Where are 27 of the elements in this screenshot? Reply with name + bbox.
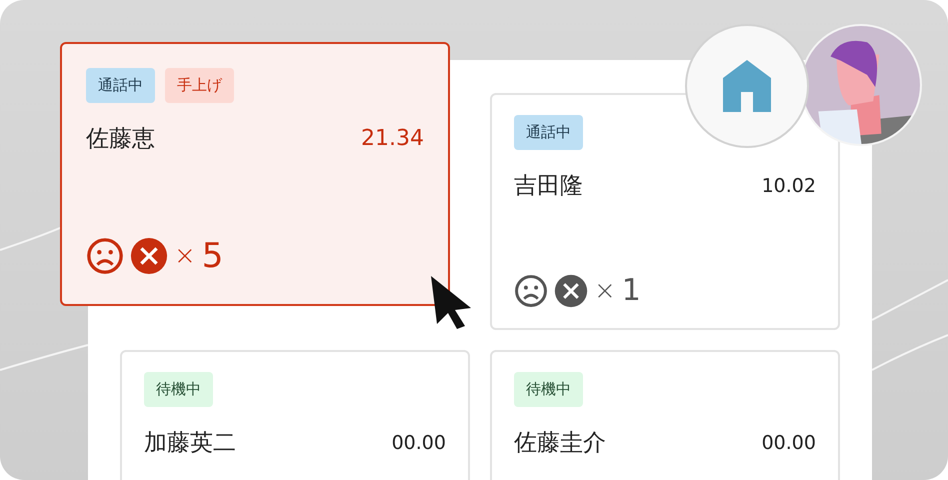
call-time: 00.00: [392, 432, 446, 454]
times-sign: ×: [594, 276, 616, 306]
cursor-icon: [429, 274, 473, 330]
home-icon: [723, 60, 771, 112]
issue-count: 5: [202, 236, 224, 276]
agent-name: 佐藤圭介: [514, 429, 606, 458]
status-tag: 通話中: [86, 68, 155, 103]
close-circle-icon: [130, 237, 168, 275]
agent-name: 佐藤恵: [86, 125, 155, 154]
status-tag: 待機中: [514, 372, 583, 407]
call-time: 00.00: [762, 432, 816, 454]
call-time: 21.34: [361, 126, 424, 151]
sad-face-icon: [514, 274, 548, 308]
status-tag: 手上げ: [165, 68, 234, 103]
agent-card[interactable]: 通話中 手上げ 佐藤恵 21.34 × 5: [60, 42, 450, 306]
status-tag: 通話中: [514, 115, 583, 150]
close-circle-icon: [554, 274, 588, 308]
agent-card[interactable]: 待機中 加藤英二 00.00: [120, 350, 470, 480]
agent-name: 吉田隆: [514, 172, 583, 201]
times-sign: ×: [174, 241, 196, 271]
sad-face-icon: [86, 237, 124, 275]
call-time: 10.02: [762, 174, 816, 196]
agent-card[interactable]: 待機中 佐藤圭介 00.00: [490, 350, 840, 480]
issue-count: 1: [622, 273, 641, 308]
agent-name: 加藤英二: [144, 429, 236, 458]
agent-card[interactable]: 通話中 吉田隆 10.02 × 1: [490, 93, 840, 330]
status-tag: 待機中: [144, 372, 213, 407]
